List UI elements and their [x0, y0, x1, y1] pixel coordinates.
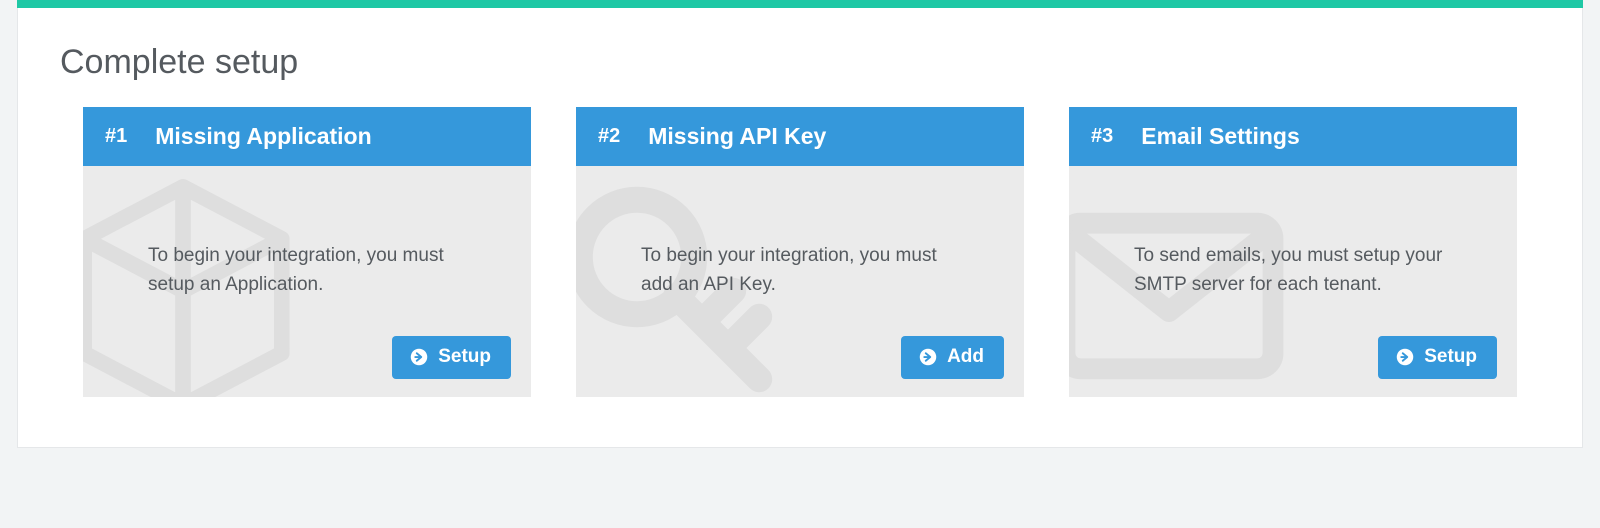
page-title: Complete setup	[60, 43, 1542, 82]
setup-card-email-settings: #3 Email Settings To send emails, you mu…	[1069, 107, 1517, 397]
panel-top-accent	[17, 0, 1583, 8]
card-title: Missing Application	[155, 123, 371, 150]
card-description: To send emails, you must setup your SMTP…	[1134, 241, 1462, 306]
card-title: Missing API Key	[648, 123, 826, 150]
card-body: To begin your integration, you must add …	[576, 166, 1024, 326]
card-footer: Setup	[83, 326, 531, 397]
setup-email-button[interactable]: Setup	[1378, 336, 1497, 379]
card-description: To begin your integration, you must setu…	[148, 241, 476, 306]
card-body: To begin your integration, you must setu…	[83, 166, 531, 326]
card-step-number: #3	[1091, 125, 1113, 148]
setup-cards-row: #1 Missing Application To begin your int…	[58, 107, 1542, 397]
card-body: To send emails, you must setup your SMTP…	[1069, 166, 1517, 326]
arrow-right-icon	[1396, 348, 1414, 366]
card-description: To begin your integration, you must add …	[641, 241, 969, 306]
setup-card-application: #1 Missing Application To begin your int…	[83, 107, 531, 397]
card-title: Email Settings	[1141, 123, 1299, 150]
setup-application-button[interactable]: Setup	[392, 336, 511, 379]
button-label: Setup	[438, 346, 491, 368]
setup-panel: Complete setup #1 Missing Application To…	[17, 8, 1583, 448]
card-step-number: #1	[105, 125, 127, 148]
card-header: #1 Missing Application	[83, 107, 531, 166]
setup-card-api-key: #2 Missing API Key To begin your integra…	[576, 107, 1024, 397]
card-header: #3 Email Settings	[1069, 107, 1517, 166]
card-footer: Setup	[1069, 326, 1517, 397]
add-api-key-button[interactable]: Add	[901, 336, 1004, 379]
arrow-right-icon	[410, 348, 428, 366]
button-label: Setup	[1424, 346, 1477, 368]
card-footer: Add	[576, 326, 1024, 397]
arrow-right-icon	[919, 348, 937, 366]
button-label: Add	[947, 346, 984, 368]
card-header: #2 Missing API Key	[576, 107, 1024, 166]
card-step-number: #2	[598, 125, 620, 148]
